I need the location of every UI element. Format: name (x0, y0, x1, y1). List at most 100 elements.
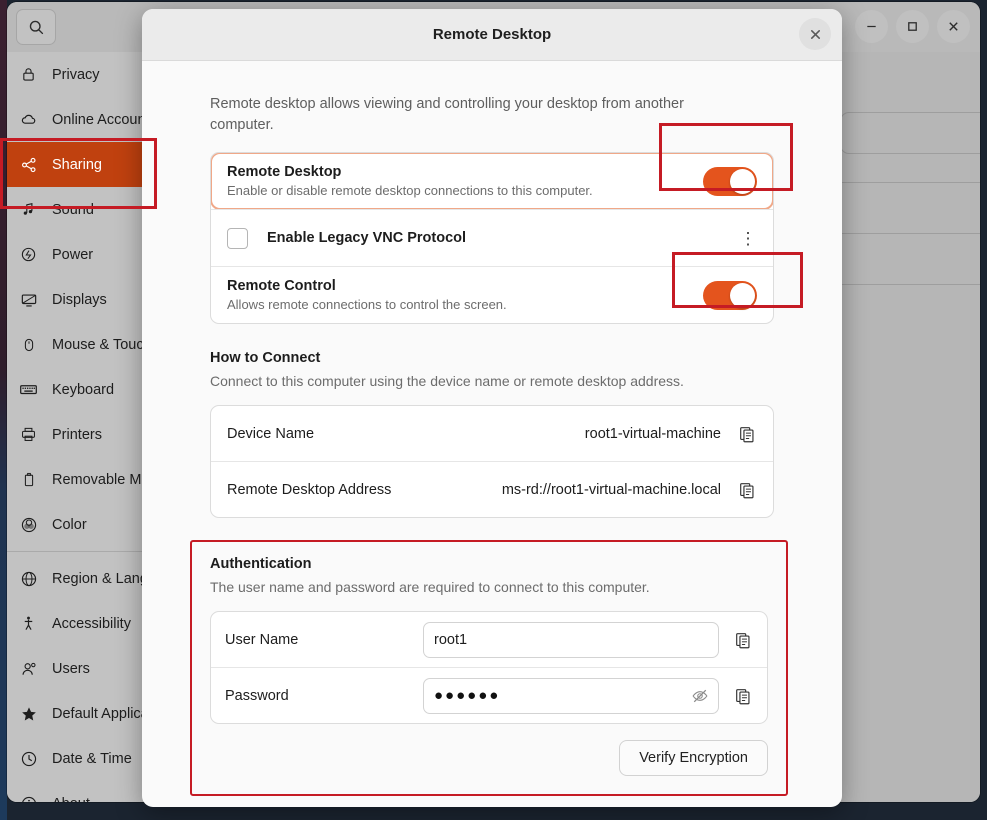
remote-desktop-title: Remote Desktop (227, 164, 342, 181)
sidebar-item-label: Date & Time (52, 750, 132, 767)
background-options-list: On › Off › (840, 182, 980, 285)
sidebar-divider (7, 551, 149, 552)
remote-control-row[interactable]: Remote Control Allows remote connections… (211, 266, 773, 323)
sidebar-item-keyboard[interactable]: Keyboard (7, 367, 149, 412)
color-wheel-icon (19, 515, 38, 534)
sidebar-item-default-applications[interactable]: Default Applications (7, 691, 179, 736)
legacy-vnc-texts: Enable Legacy VNC Protocol (267, 220, 739, 256)
maximize-icon (908, 22, 917, 31)
remote-desktop-texts: Remote Desktop Enable or disable remote … (227, 154, 703, 208)
sidebar-item-displays[interactable]: Displays (7, 277, 149, 322)
accessibility-icon (19, 614, 38, 633)
sidebar-item-label: Displays (52, 291, 107, 308)
remote-desktop-toggle[interactable] (703, 166, 757, 196)
sidebar-item-date-time[interactable]: Date & Time (7, 736, 149, 781)
copy-icon[interactable] (737, 424, 757, 444)
globe-icon (19, 569, 38, 588)
close-icon (810, 29, 820, 39)
password-label: Password (225, 687, 289, 704)
monitor-icon (19, 290, 38, 309)
verify-encryption-button[interactable]: Verify Encryption (619, 740, 768, 777)
minimize-button[interactable] (855, 10, 888, 43)
eye-slash-icon[interactable] (690, 686, 710, 706)
close-window-button[interactable] (937, 10, 970, 43)
sidebar-item-label: Keyboard (52, 381, 115, 398)
remote-desktop-row[interactable]: Remote Desktop Enable or disable remote … (211, 153, 773, 211)
window-controls (855, 10, 970, 43)
authentication-section: Authentication The user name and passwor… (190, 540, 788, 797)
remote-control-toggle[interactable] (703, 280, 757, 310)
printer-icon (19, 425, 38, 444)
remote-control-subtitle: Allows remote connections to control the… (227, 297, 507, 313)
sidebar-item-label: Power (52, 246, 94, 263)
sidebar-item-accessibility[interactable]: Accessibility (7, 601, 149, 646)
sidebar-item-printers[interactable]: Printers (7, 412, 149, 457)
device-name-label: Device Name (227, 425, 315, 442)
remote-desktop-subtitle: Enable or disable remote desktop connect… (227, 183, 593, 199)
power-icon (19, 245, 38, 264)
remote-desktop-card: Remote Desktop Enable or disable remote … (210, 152, 774, 325)
dialog-body: Remote desktop allows viewing and contro… (142, 94, 842, 797)
sidebar-item-removable-media[interactable]: Removable Media (7, 457, 169, 502)
sidebar-item-users[interactable]: Users (7, 646, 149, 691)
sidebar-item-color[interactable]: Color (7, 502, 149, 547)
user-name-row: User Name root1 (211, 612, 767, 667)
close-icon (949, 22, 958, 31)
user-name-input[interactable]: root1 (423, 621, 719, 658)
how-to-connect-subtitle: Connect to this computer using the devic… (210, 373, 684, 390)
mouse-icon (19, 335, 38, 354)
legacy-vnc-row[interactable]: Enable Legacy VNC Protocol ⋮ (211, 209, 773, 266)
remote-desktop-address-value: ms-rd://root1-virtual-machine.local (501, 481, 721, 498)
minimize-icon (867, 25, 876, 28)
legacy-vnc-checkbox[interactable] (227, 227, 248, 249)
connection-info-card: Device Name root1-virtual-machine Remote… (210, 405, 774, 519)
sidebar-item-sharing[interactable]: Sharing (7, 142, 145, 187)
removable-media-icon (19, 470, 38, 489)
music-note-icon (19, 200, 38, 219)
dialog-intro-text: Remote desktop allows viewing and contro… (210, 96, 684, 134)
sidebar-item-sound[interactable]: Sound (7, 187, 149, 232)
sidebar-item-label: Printers (52, 426, 102, 443)
sidebar-item-label: Accessibility (52, 615, 131, 632)
maximize-button[interactable] (896, 10, 929, 43)
sidebar: Privacy Online Accounts Sharing Sound Po… (7, 52, 180, 802)
device-name-value: root1-virtual-machine (584, 425, 721, 442)
sidebar-item-label: Sound (52, 201, 94, 218)
legacy-vnc-label: Enable Legacy VNC Protocol (267, 230, 467, 247)
remote-desktop-address-row: Remote Desktop Address ms-rd://root1-vir… (211, 461, 773, 517)
sidebar-item-privacy[interactable]: Privacy (7, 52, 149, 97)
close-dialog-button[interactable] (799, 18, 831, 50)
authentication-heading: Authentication (210, 556, 312, 573)
how-to-connect-heading: How to Connect (210, 350, 321, 367)
sidebar-item-region-language[interactable]: Region & Language (7, 556, 180, 601)
remote-desktop-dialog: Remote Desktop Remote desktop allows vie… (142, 9, 842, 807)
list-item[interactable]: Off › (841, 233, 980, 284)
copy-icon[interactable] (733, 686, 753, 706)
kebab-menu-icon[interactable]: ⋮ (739, 230, 757, 247)
background-search-field[interactable] (840, 112, 980, 154)
search-button[interactable] (16, 9, 56, 45)
credentials-card: User Name root1 Password ●●●●●● (210, 611, 768, 725)
copy-icon[interactable] (737, 480, 757, 500)
verify-encryption-wrap: Verify Encryption (210, 740, 768, 777)
copy-icon[interactable] (733, 630, 753, 650)
lock-icon (19, 65, 38, 84)
sidebar-item-mouse-touchpad[interactable]: Mouse & Touchpad (7, 322, 176, 367)
search-icon (29, 20, 43, 34)
sidebar-item-label: Sharing (52, 156, 102, 173)
dialog-header: Remote Desktop (142, 9, 842, 61)
sidebar-item-power[interactable]: Power (7, 232, 149, 277)
dialog-title: Remote Desktop (432, 26, 552, 43)
keyboard-icon (19, 380, 38, 399)
toggle-knob (730, 282, 755, 308)
list-item[interactable]: On › (841, 183, 980, 233)
sidebar-item-label: Users (52, 660, 90, 677)
users-icon (19, 659, 38, 678)
user-name-label: User Name (225, 631, 299, 648)
sidebar-item-online-accounts[interactable]: Online Accounts (7, 97, 157, 142)
ubuntu-dock-strip (0, 0, 7, 820)
sidebar-item-about[interactable]: About (7, 781, 149, 802)
password-row: Password ●●●●●● (211, 667, 767, 723)
password-input[interactable]: ●●●●●● (423, 677, 719, 714)
user-name-value: root1 (434, 631, 468, 648)
